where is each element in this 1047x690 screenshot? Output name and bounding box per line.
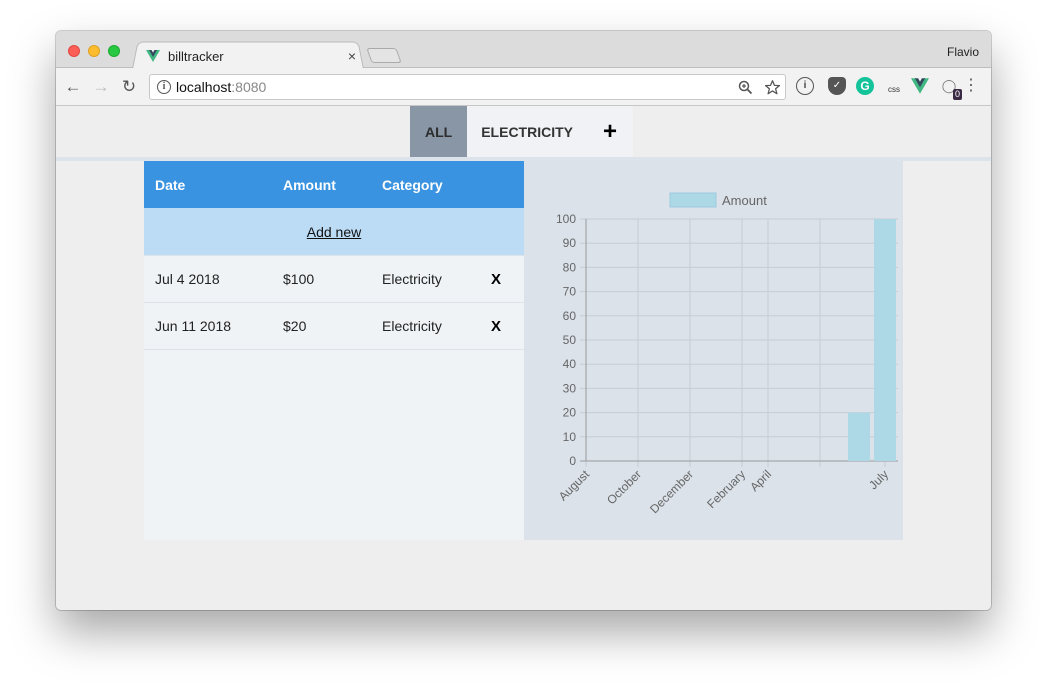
- pocket-icon[interactable]: ✓: [828, 77, 846, 95]
- back-arrow-icon[interactable]: ←: [63, 77, 83, 97]
- x-tick-label: February: [704, 467, 748, 511]
- maximize-window-button[interactable]: [108, 45, 120, 57]
- header-date: Date: [155, 176, 186, 193]
- y-tick-label: 70: [563, 285, 577, 299]
- url-port: :8080: [231, 79, 267, 95]
- extension-badge: 0: [953, 89, 963, 100]
- tab-title: billtracker: [168, 48, 224, 64]
- forward-arrow-icon[interactable]: →: [91, 77, 111, 97]
- table-row: Jun 11 2018 $20 Electricity X: [144, 303, 524, 350]
- y-tick-label: 60: [563, 309, 577, 323]
- row-date: Jul 4 2018: [155, 271, 220, 287]
- header-amount: Amount: [283, 176, 336, 193]
- zoom-icon[interactable]: [738, 80, 753, 95]
- password-manager-icon[interactable]: i: [796, 77, 814, 95]
- y-tick-label: 90: [563, 236, 577, 250]
- add-new-link[interactable]: Add new: [307, 224, 361, 240]
- menu-kebab-icon[interactable]: ⋮: [963, 77, 979, 95]
- delete-bill-button[interactable]: X: [491, 271, 501, 288]
- vue-devtools-icon[interactable]: [911, 77, 929, 95]
- y-tick-label: 30: [563, 381, 577, 395]
- x-tick-label: April: [747, 467, 774, 494]
- add-category-button[interactable]: +: [587, 106, 634, 157]
- browser-toolbar: ← → ↻ i localhost:8080 i ✓ G css ◯ 0 ⋮: [56, 68, 991, 106]
- y-tick-label: 50: [563, 333, 577, 347]
- new-tab-button[interactable]: [366, 48, 402, 63]
- category-nav: ALL ELECTRICITY +: [410, 106, 634, 157]
- page-content: ALL ELECTRICITY + Date Amount Category A…: [56, 106, 991, 610]
- css-extension-icon[interactable]: css: [885, 77, 903, 95]
- add-new-row: Add new: [144, 208, 524, 256]
- row-amount: $20: [283, 318, 307, 334]
- bookmark-star-icon[interactable]: [764, 79, 781, 96]
- y-tick-label: 10: [563, 430, 577, 444]
- x-tick-label: August: [556, 467, 593, 504]
- x-tick-label: July: [866, 467, 891, 492]
- x-tick-label: December: [647, 467, 696, 516]
- bar-june: [848, 412, 870, 461]
- y-tick-label: 80: [563, 260, 577, 274]
- tab-close-icon[interactable]: ×: [344, 48, 360, 64]
- browser-window: billtracker × Flavio ← → ↻ i localhost:8…: [56, 31, 991, 610]
- profile-name[interactable]: Flavio: [947, 45, 979, 59]
- address-bar[interactable]: i localhost:8080: [149, 74, 786, 100]
- nav-item-electricity[interactable]: ELECTRICITY: [467, 106, 587, 157]
- browser-tab-content[interactable]: billtracker ×: [144, 45, 364, 67]
- bar-chart-svg: Amount 0 10 20 30 40 50 60 70 80 90 100 August Octobe…: [556, 192, 898, 516]
- y-tick-label: 0: [569, 454, 576, 468]
- legend-swatch: [669, 192, 717, 208]
- header-category: Category: [382, 176, 443, 193]
- reload-icon[interactable]: ↻: [119, 77, 139, 97]
- x-tick-label: October: [604, 467, 644, 507]
- close-window-button[interactable]: [68, 45, 80, 57]
- row-amount: $100: [283, 271, 315, 287]
- row-category: Electricity: [382, 318, 442, 334]
- legend-label: Amount: [722, 193, 767, 208]
- nav-item-all[interactable]: ALL: [410, 106, 468, 157]
- url-text[interactable]: localhost:8080: [176, 79, 266, 95]
- table-row: Jul 4 2018 $100 Electricity X: [144, 256, 524, 303]
- row-date: Jun 11 2018: [155, 318, 232, 334]
- grammarly-icon[interactable]: G: [856, 77, 874, 95]
- table-header: Date Amount Category: [144, 161, 524, 208]
- y-tick-label: 40: [563, 357, 577, 371]
- row-category: Electricity: [382, 271, 442, 287]
- url-host: localhost: [176, 79, 232, 95]
- y-tick-label: 20: [563, 406, 577, 420]
- y-tick-label: 100: [556, 212, 576, 226]
- info-icon[interactable]: i: [157, 80, 171, 94]
- minimize-window-button[interactable]: [88, 45, 100, 57]
- bar-july: [874, 219, 896, 461]
- vue-logo-icon: [146, 50, 160, 62]
- bills-table: Date Amount Category Add new Jul 4 2018 …: [144, 161, 524, 540]
- delete-bill-button[interactable]: X: [491, 318, 501, 335]
- tab-strip: billtracker × Flavio: [56, 31, 991, 69]
- amount-chart: Amount 0 10 20 30 40 50 60 70 80 90 100 August Octobe…: [524, 161, 903, 540]
